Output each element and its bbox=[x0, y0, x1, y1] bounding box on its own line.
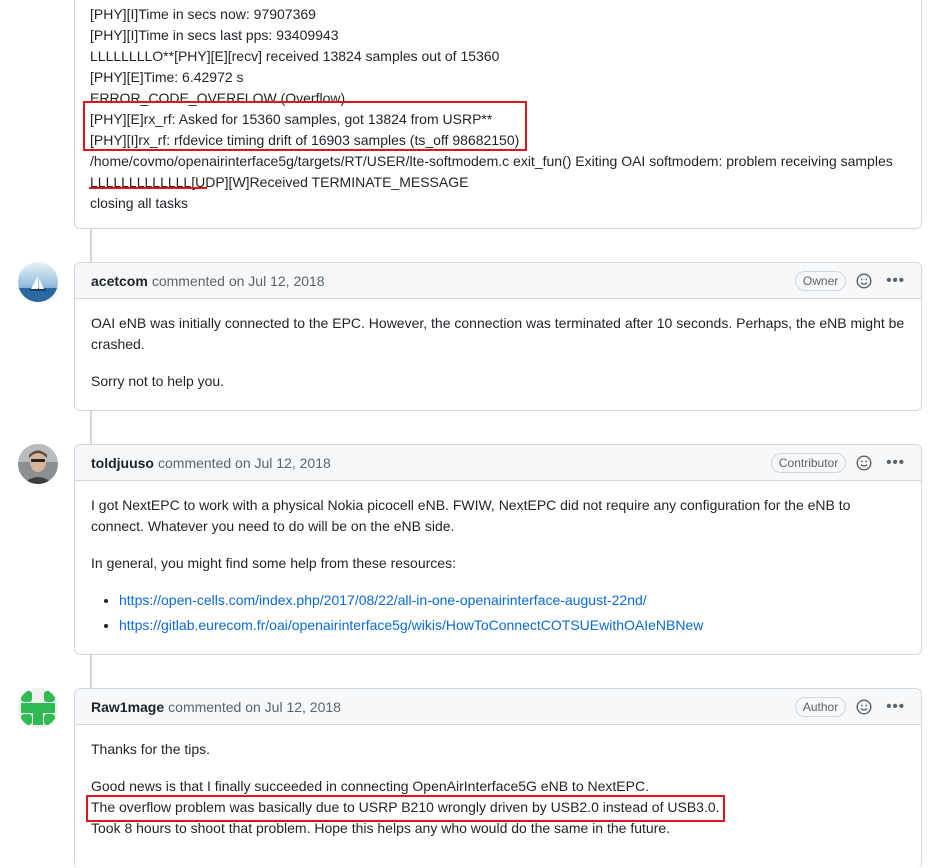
log-line: closing all tasks bbox=[90, 195, 189, 211]
avatar-person-icon bbox=[18, 444, 58, 484]
log-line: LLLLLLLLO**[PHY][E][recv] received 13824… bbox=[90, 48, 500, 64]
kebab-horizontal-icon[interactable]: ••• bbox=[886, 455, 905, 470]
comment-paragraph: Good news is that I finally succeeded in… bbox=[91, 778, 649, 794]
kebab-horizontal-icon[interactable]: ••• bbox=[886, 273, 905, 288]
log-line: [PHY][I]Time in secs last pps: 93409943 bbox=[90, 27, 339, 43]
comment-card: toldjuuso commented on Jul 12, 2018 Cont… bbox=[74, 444, 922, 655]
resource-links: https://open-cells.com/index.php/2017/08… bbox=[91, 590, 905, 636]
timeline-connector bbox=[90, 654, 92, 688]
comment-paragraph: The overflow problem was basically due t… bbox=[91, 799, 720, 815]
log-line: ERROR_CODE_OVERFLOW (Overflow) bbox=[90, 90, 346, 106]
resource-link[interactable]: https://open-cells.com/index.php/2017/08… bbox=[119, 592, 647, 608]
log-line: [PHY][E]Time: 6.42972 s bbox=[90, 69, 244, 85]
comment-paragraph: Sorry not to help you. bbox=[91, 373, 225, 389]
smiley-icon[interactable] bbox=[856, 272, 872, 289]
role-badge: Contributor bbox=[770, 452, 847, 473]
log-line: LLLLLLLLLLLLL[UDP][W]Received TERMINATE_… bbox=[90, 174, 469, 190]
log-line: [PHY][E]rx_rf: Asked for 15360 samples, … bbox=[90, 111, 493, 127]
avatar-identicon-icon bbox=[18, 688, 58, 728]
log-line: [PHY][I]rx_rf: rfdevice timing drift of … bbox=[90, 132, 520, 148]
comment-paragraph: Thanks for the tips. bbox=[91, 741, 211, 757]
highlight-underline bbox=[89, 187, 207, 189]
list-item: https://gitlab.eurecom.fr/oai/openairint… bbox=[119, 615, 905, 636]
comment-header: Raw1mage commented on Jul 12, 2018 Autho… bbox=[75, 689, 921, 725]
comment-card: Raw1mage commented on Jul 12, 2018 Autho… bbox=[74, 688, 922, 868]
comment-header: toldjuuso commented on Jul 12, 2018 Cont… bbox=[75, 445, 921, 481]
comment-body: OAI eNB was initially connected to the E… bbox=[75, 299, 921, 422]
smiley-icon[interactable] bbox=[856, 454, 872, 471]
role-badge: Author bbox=[794, 696, 847, 717]
log-output: [PHY][I]Time in secs now: 97907369 [PHY]… bbox=[90, 4, 893, 214]
avatar[interactable] bbox=[18, 262, 58, 302]
comment-paragraph: Took 8 hours to shoot that problem. Hope… bbox=[91, 820, 671, 836]
comment-body: Thanks for the tips. Good news is that I… bbox=[75, 725, 921, 853]
avatar-sailboat-icon bbox=[18, 262, 58, 302]
comment-card: acetcom commented on Jul 12, 2018 Owner … bbox=[74, 262, 922, 411]
comment-timestamp[interactable]: commented on Jul 12, 2018 bbox=[158, 455, 331, 471]
comment-timestamp[interactable]: commented on Jul 12, 2018 bbox=[152, 273, 325, 289]
role-badge: Owner bbox=[794, 270, 847, 291]
comment-paragraph: In general, you might find some help fro… bbox=[91, 555, 456, 571]
kebab-horizontal-icon[interactable]: ••• bbox=[886, 699, 905, 714]
comment-author[interactable]: Raw1mage bbox=[91, 699, 164, 715]
avatar[interactable] bbox=[18, 688, 58, 728]
comment-timestamp[interactable]: commented on Jul 12, 2018 bbox=[168, 699, 341, 715]
comment-paragraph: I got NextEPC to work with a physical No… bbox=[91, 497, 851, 534]
log-line: [PHY][I]Time in secs now: 97907369 bbox=[90, 6, 316, 22]
resource-link[interactable]: https://gitlab.eurecom.fr/oai/openairint… bbox=[119, 617, 703, 633]
list-item: https://open-cells.com/index.php/2017/08… bbox=[119, 590, 905, 611]
avatar[interactable] bbox=[18, 444, 58, 484]
timeline-connector bbox=[90, 229, 92, 262]
smiley-icon[interactable] bbox=[856, 698, 872, 715]
log-line: /home/covmo/openairinterface5g/targets/R… bbox=[90, 153, 893, 169]
comment-author[interactable]: acetcom bbox=[91, 273, 148, 289]
comment-paragraph: OAI eNB was initially connected to the E… bbox=[91, 315, 905, 352]
comment-body: I got NextEPC to work with a physical No… bbox=[75, 481, 921, 654]
comment-header: acetcom commented on Jul 12, 2018 Owner … bbox=[75, 263, 921, 299]
comment-author[interactable]: toldjuuso bbox=[91, 455, 154, 471]
